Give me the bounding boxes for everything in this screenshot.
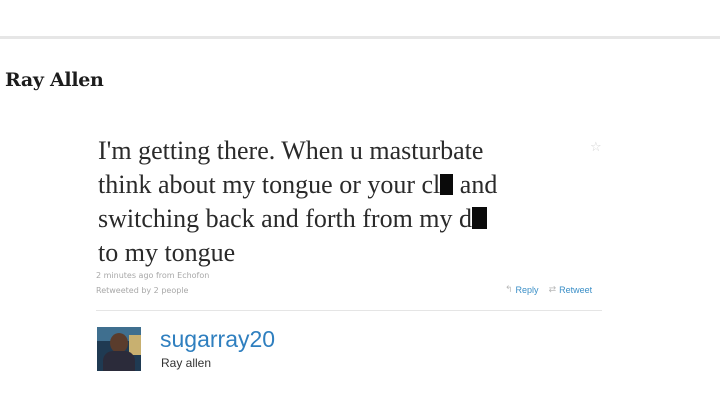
reply-icon: ↰ <box>505 285 513 295</box>
redaction-block <box>440 174 454 195</box>
reply-label: Reply <box>515 285 539 295</box>
tweet-line-3: switching back and forth from my d <box>98 202 588 236</box>
author-display-name: Ray allen <box>161 356 212 370</box>
author-username[interactable]: sugarray20 <box>160 326 275 353</box>
avatar-body <box>103 351 135 371</box>
retweet-button[interactable]: ⇄ Retweet <box>549 285 593 295</box>
star-icon[interactable]: ☆ <box>590 141 604 155</box>
tweet-actions: ↰ Reply ⇄ Retweet <box>505 285 592 295</box>
article-title: Ray Allen <box>5 69 104 91</box>
tweet-line-2-end: and <box>453 170 498 199</box>
avatar-head <box>110 333 128 353</box>
divider <box>96 310 602 311</box>
tweet-timestamp: 2 minutes ago from Echofon <box>96 271 210 280</box>
tweet-line-3-text: switching back and forth from my d <box>98 204 473 233</box>
tweet-line-2-start: think about my tongue or your cl <box>98 170 441 199</box>
tweet-line-1: I'm getting there. When u masturbate <box>98 136 484 165</box>
top-header-band <box>0 0 720 39</box>
tweet-line-4: to my tongue <box>98 238 236 267</box>
tweet-line-2: think about my tongue or your cl and <box>98 168 588 202</box>
retweet-count[interactable]: Retweeted by 2 people <box>96 286 188 295</box>
redaction-block <box>472 207 488 229</box>
avatar[interactable] <box>97 327 141 371</box>
retweet-icon: ⇄ <box>548 285 557 295</box>
tweet-text: I'm getting there. When u masturbate thi… <box>98 134 588 270</box>
reply-button[interactable]: ↰ Reply <box>505 285 539 295</box>
retweet-label: Retweet <box>559 285 593 295</box>
